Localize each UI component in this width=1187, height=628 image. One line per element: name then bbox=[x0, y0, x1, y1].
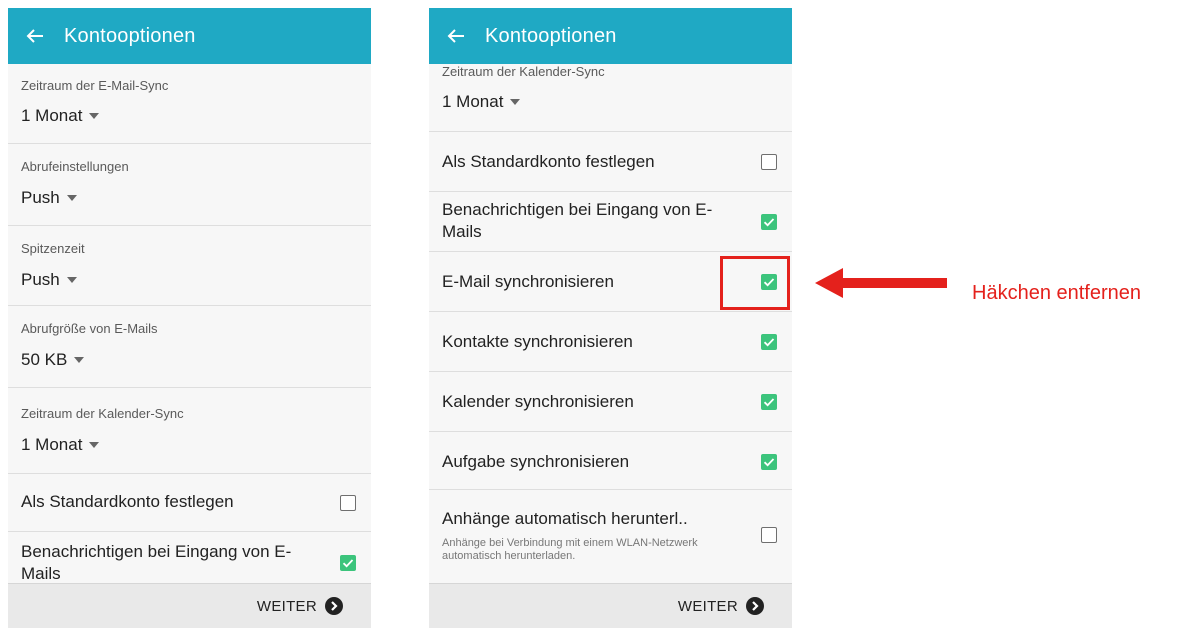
check-label: Als Standardkonto festlegen bbox=[21, 492, 234, 511]
checkmark-icon bbox=[763, 398, 775, 407]
checkbox[interactable] bbox=[761, 334, 777, 350]
checkbox[interactable] bbox=[761, 394, 777, 410]
check-label: Als Standardkonto festlegen bbox=[442, 152, 655, 171]
checkmark-icon bbox=[763, 218, 775, 227]
page-title: Kontooptionen bbox=[64, 24, 196, 47]
dropdown-value: Push bbox=[21, 270, 60, 289]
setting-row-fetch-size[interactable]: Abrufgröße von E-Mails 50 KB bbox=[8, 306, 371, 388]
annotation-text: Häkchen entfernen bbox=[972, 282, 1142, 304]
back-arrow-icon[interactable] bbox=[26, 27, 44, 45]
setting-row-fetch-settings[interactable]: Abrufeinstellungen Push bbox=[8, 144, 371, 226]
setting-label: Spitzenzeit bbox=[21, 241, 85, 256]
check-row-sync-calendar[interactable]: Kalender synchronisieren bbox=[429, 372, 792, 432]
app-bar: Kontooptionen bbox=[429, 8, 792, 64]
checkbox[interactable] bbox=[340, 495, 356, 511]
next-button[interactable]: WEITER bbox=[678, 584, 764, 628]
checkmark-icon bbox=[763, 338, 775, 347]
next-button[interactable]: WEITER bbox=[257, 584, 343, 628]
check-row-auto-download[interactable]: Anhänge automatisch herunterl.. Anhänge … bbox=[429, 490, 792, 582]
check-row-sync-contacts[interactable]: Kontakte synchronisieren bbox=[429, 312, 792, 372]
setting-label: Zeitraum der Kalender-Sync bbox=[21, 406, 184, 421]
next-button-label: WEITER bbox=[677, 597, 738, 615]
caret-down-icon bbox=[66, 195, 77, 201]
setting-label: Abrufgröße von E-Mails bbox=[21, 321, 158, 336]
dropdown-value: 1 Monat bbox=[442, 92, 504, 111]
dropdown-fetch-size[interactable]: 50 KB bbox=[21, 350, 85, 370]
chevron-right-circle-icon bbox=[746, 597, 764, 615]
dropdown-value: Push bbox=[21, 188, 60, 207]
caret-down-icon bbox=[66, 277, 77, 283]
caret-down-icon bbox=[74, 357, 85, 363]
footer-bar: WEITER bbox=[429, 583, 792, 628]
dropdown-calendar-sync-period[interactable]: 1 Monat bbox=[21, 435, 100, 455]
left-arrow-icon bbox=[815, 268, 947, 298]
check-label: Anhänge automatisch herunterl.. bbox=[442, 509, 688, 528]
setting-label: Abrufeinstellungen bbox=[21, 159, 129, 174]
check-row-default-account[interactable]: Als Standardkonto festlegen bbox=[429, 132, 792, 192]
checkmark-icon bbox=[763, 458, 775, 467]
highlight-box bbox=[720, 256, 790, 310]
check-label: Kontakte synchronisieren bbox=[442, 332, 633, 351]
check-label: Benachrichtigen bei Eingang von E-Mails bbox=[21, 542, 292, 583]
check-label: Benachrichtigen bei Eingang von E-Mails bbox=[442, 200, 713, 241]
check-label: E-Mail synchronisieren bbox=[442, 272, 614, 291]
app-bar: Kontooptionen bbox=[8, 8, 371, 64]
checkbox[interactable] bbox=[761, 527, 777, 543]
check-row-sync-tasks[interactable]: Aufgabe synchronisieren bbox=[429, 432, 792, 490]
footer-bar: WEITER bbox=[8, 583, 371, 628]
next-button-label: WEITER bbox=[256, 597, 317, 615]
dropdown-peak-time[interactable]: Push bbox=[21, 270, 77, 290]
checkbox[interactable] bbox=[761, 214, 777, 230]
setting-label: Zeitraum der Kalender-Sync bbox=[442, 64, 605, 79]
phone-screen-left: Kontooptionen Zeitraum der E-Mail-Sync 1… bbox=[8, 8, 371, 628]
caret-down-icon bbox=[89, 113, 100, 119]
checkmark-icon bbox=[342, 559, 354, 568]
checkbox[interactable] bbox=[761, 454, 777, 470]
check-row-notify-email[interactable]: Benachrichtigen bei Eingang von E-Mails bbox=[429, 192, 792, 252]
checkbox[interactable] bbox=[340, 555, 356, 571]
setting-row-peak-time[interactable]: Spitzenzeit Push bbox=[8, 226, 371, 306]
check-row-default-account[interactable]: Als Standardkonto festlegen bbox=[8, 474, 371, 532]
page-title: Kontooptionen bbox=[485, 24, 617, 47]
dropdown-value: 50 KB bbox=[21, 350, 68, 369]
dropdown-calendar-sync-period[interactable]: 1 Monat bbox=[442, 92, 521, 112]
check-label: Aufgabe synchronisieren bbox=[442, 452, 630, 471]
setting-row-email-sync-period[interactable]: Zeitraum der E-Mail-Sync 1 Monat bbox=[8, 64, 371, 144]
setting-row-calendar-sync-period[interactable]: Zeitraum der Kalender-Sync 1 Monat bbox=[8, 388, 371, 474]
caret-down-icon bbox=[89, 442, 100, 448]
chevron-right-circle-icon bbox=[325, 597, 343, 615]
phone-screen-right: Kontooptionen Zeitraum der Kalender-Sync… bbox=[429, 8, 792, 628]
dropdown-value: 1 Monat bbox=[21, 435, 83, 454]
back-arrow-icon[interactable] bbox=[447, 27, 465, 45]
check-label: Kalender synchronisieren bbox=[442, 392, 634, 411]
setting-row-calendar-sync-period[interactable]: Zeitraum der Kalender-Sync 1 Monat bbox=[429, 64, 792, 132]
checkbox[interactable] bbox=[761, 154, 777, 170]
check-sublabel: Anhänge bei Verbindung mit einem WLAN-Ne… bbox=[442, 537, 698, 562]
dropdown-value: 1 Monat bbox=[21, 106, 83, 125]
dropdown-fetch-settings[interactable]: Push bbox=[21, 188, 77, 208]
dropdown-email-sync-period[interactable]: 1 Monat bbox=[21, 106, 100, 126]
setting-label: Zeitraum der E-Mail-Sync bbox=[21, 78, 169, 93]
caret-down-icon bbox=[510, 99, 521, 105]
